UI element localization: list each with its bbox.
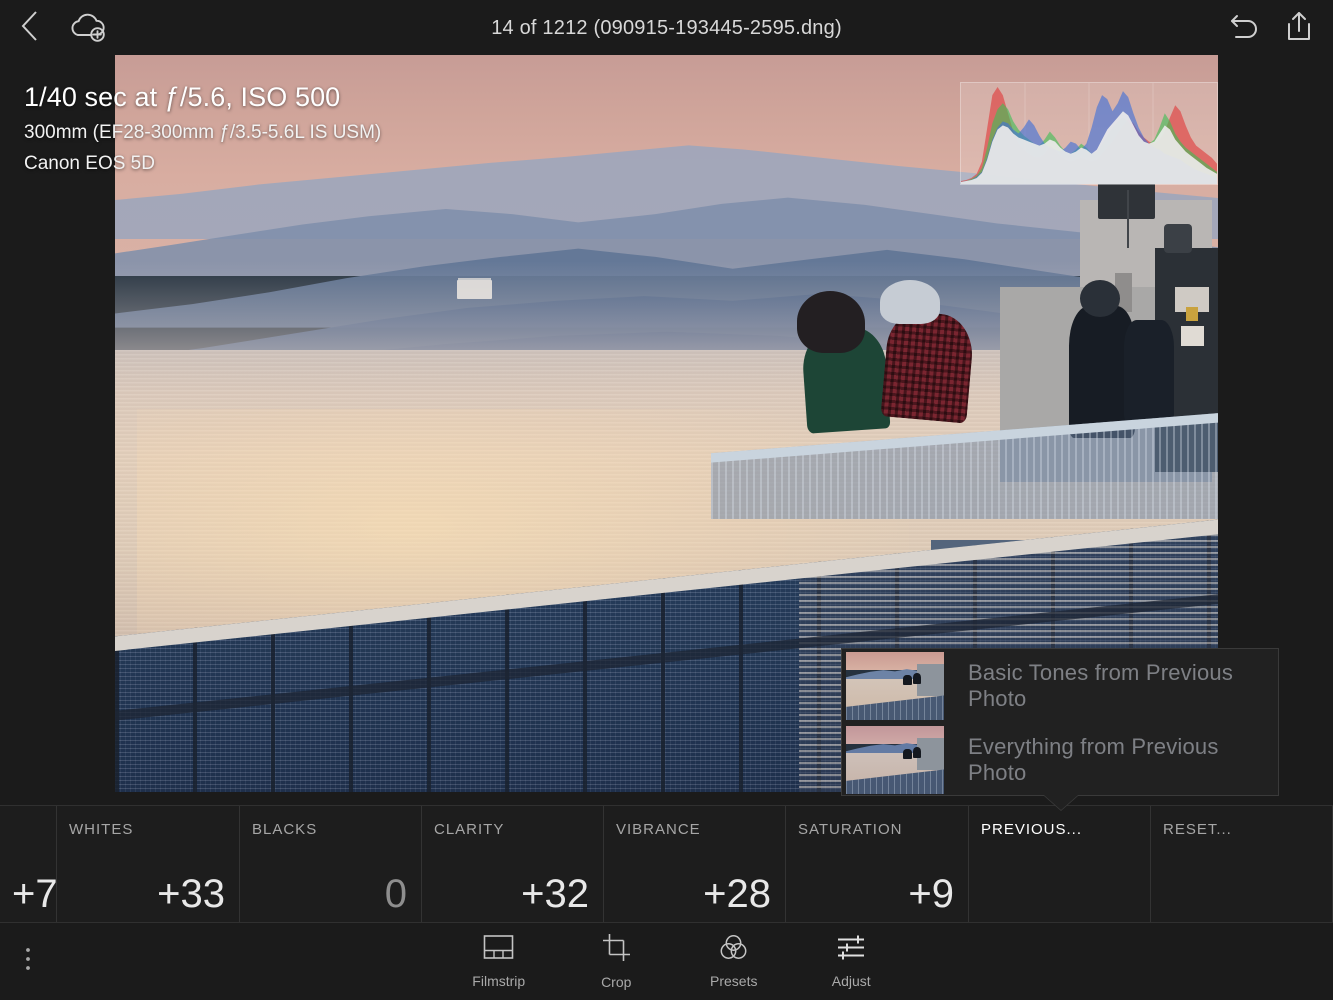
- page-title: 14 of 1212 (090915-193445-2595.dng): [491, 16, 842, 39]
- undo-icon: [1228, 11, 1262, 46]
- histogram-chart: [961, 83, 1217, 184]
- slider-label: CLARITY: [434, 821, 505, 838]
- popup-item-label: Basic Tones from Previous Photo: [968, 660, 1234, 711]
- adjust-sliders-icon: [836, 934, 866, 966]
- filmstrip-icon: [483, 934, 514, 966]
- adjustment-slider-strip[interactable]: +7 WHITES +33 BLACKS 0 CLARITY +32 VIBRANCE +28 S…: [0, 805, 1333, 923]
- toolbar-items: Filmstrip Crop Presets Adjust: [440, 923, 910, 1000]
- tool-label: Crop: [601, 974, 632, 990]
- slider-value: +9: [908, 872, 954, 916]
- share-export-icon: [1284, 9, 1314, 48]
- tool-crop[interactable]: Crop: [558, 923, 676, 1000]
- photo-metadata-overlay: 1/40 sec at ƒ/5.6, ISO 500 300mm (EF28-3…: [24, 82, 381, 175]
- slider-value: 0: [384, 872, 407, 916]
- slider-cell-vibrance[interactable]: VIBRANCE +28: [604, 806, 786, 922]
- share-button[interactable]: [1273, 0, 1325, 56]
- popup-item-basic-tones[interactable]: Basic Tones from Previous Photo: [842, 649, 1278, 723]
- slider-cell-whites[interactable]: WHITES +33: [57, 806, 240, 922]
- presets-circles-icon: [719, 934, 748, 966]
- slider-value: +7: [12, 872, 57, 916]
- exposure-info: 1/40 sec at ƒ/5.6, ISO 500: [24, 82, 341, 112]
- popup-pointer: [1044, 795, 1078, 810]
- bottom-toolbar: Filmstrip Crop Presets Adjust: [0, 923, 1333, 1000]
- slider-label: WHITES: [69, 821, 134, 838]
- slider-label: VIBRANCE: [616, 821, 701, 838]
- lens-info: 300mm (EF28-300mm ƒ/3.5-5.6L IS USM): [24, 122, 382, 143]
- slider-cell-clipped[interactable]: +7: [0, 806, 57, 922]
- slider-value: +33: [157, 872, 225, 916]
- previous-photo-thumbnail: [846, 726, 944, 794]
- lightroom-photo-editor: 14 of 1212 (090915-193445-2595.dng) 1/40…: [0, 0, 1333, 1000]
- slider-label: RESET...: [1163, 821, 1232, 838]
- slider-cell-saturation[interactable]: SATURATION +9: [786, 806, 969, 922]
- tool-adjust[interactable]: Adjust: [793, 923, 911, 1000]
- slider-cell-previous[interactable]: PREVIOUS...: [969, 806, 1151, 922]
- previous-photo-thumbnail: [846, 652, 944, 720]
- slider-cell-clarity[interactable]: CLARITY +32: [422, 806, 604, 922]
- camera-info: Canon EOS 5D: [24, 153, 155, 174]
- slider-label: BLACKS: [252, 821, 318, 838]
- slider-cell-reset[interactable]: RESET...: [1151, 806, 1333, 922]
- slider-value: +28: [703, 872, 771, 916]
- slider-cell-blacks[interactable]: BLACKS 0: [240, 806, 422, 922]
- tool-label: Filmstrip: [472, 973, 526, 989]
- top-bar: 14 of 1212 (090915-193445-2595.dng): [0, 0, 1333, 56]
- overflow-menu-button[interactable]: [6, 923, 50, 1000]
- tool-label: Presets: [710, 973, 758, 989]
- popup-item-label: Everything from Previous Photo: [968, 734, 1219, 785]
- more-vertical-icon: [24, 946, 32, 977]
- histogram-overlay[interactable]: [960, 82, 1218, 185]
- slider-label: PREVIOUS...: [981, 821, 1083, 838]
- tool-presets[interactable]: Presets: [675, 923, 793, 1000]
- tool-label: Adjust: [831, 973, 871, 989]
- undo-button[interactable]: [1219, 0, 1271, 56]
- popup-item-everything[interactable]: Everything from Previous Photo: [842, 723, 1278, 797]
- crop-icon: [602, 933, 631, 967]
- slider-value: +32: [521, 872, 589, 916]
- tool-filmstrip[interactable]: Filmstrip: [440, 923, 558, 1000]
- previous-photo-popup[interactable]: Basic Tones from Previous Photo Everythi…: [841, 648, 1279, 796]
- slider-label: SATURATION: [798, 821, 903, 838]
